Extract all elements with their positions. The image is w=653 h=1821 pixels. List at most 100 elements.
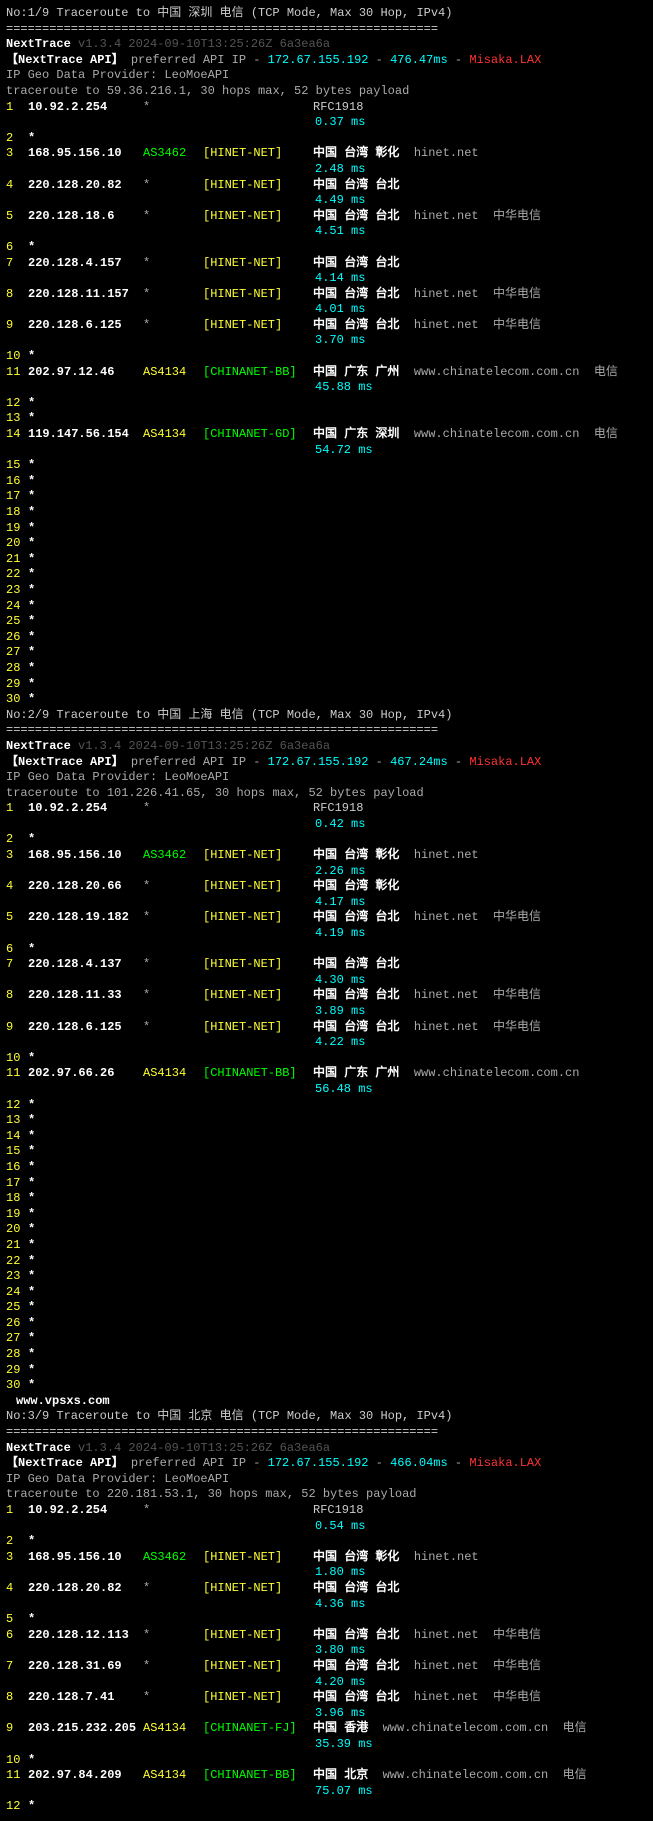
hop-asn: *	[143, 957, 203, 973]
hop-num: 8	[6, 287, 28, 303]
hop-star: *	[28, 1363, 35, 1377]
hop-domain: www.chinatelecom.com.cn	[414, 365, 594, 379]
hop-rtt: 45.88 ms	[6, 380, 647, 396]
api-ip: 172.67.155.192	[268, 53, 369, 67]
api-text: preferred API IP -	[131, 755, 268, 769]
hop-num: 8	[6, 988, 28, 1004]
hop-loc-block: 中国 台湾 台北 hinet.net 中华电信	[313, 910, 541, 924]
hop-asn: *	[143, 910, 203, 926]
hop-rfc: RFC1918	[313, 1503, 363, 1517]
hop-rtt: 75.07 ms	[6, 1784, 647, 1800]
hop-num: 2	[6, 131, 28, 147]
hop-row: 16*	[6, 1160, 647, 1176]
hop-row: 17*	[6, 1176, 647, 1192]
hop-row: 21*	[6, 1238, 647, 1254]
hop-row: 30*	[6, 692, 647, 708]
hop-num: 15	[6, 458, 28, 474]
hop-num: 11	[6, 1768, 28, 1784]
hop-rtt: 4.20 ms	[6, 1675, 647, 1691]
hop-rtt: 4.01 ms	[6, 302, 647, 318]
hop-star: *	[28, 1129, 35, 1143]
hop-asn: AS3462	[143, 848, 203, 864]
hop-row: 14119.147.56.154AS4134[CHINANET-GD]中国 广东…	[6, 427, 647, 443]
hop-num: 11	[6, 1066, 28, 1082]
hop-num: 17	[6, 1176, 28, 1192]
hop-asn: *	[143, 1020, 203, 1036]
hop-num: 2	[6, 832, 28, 848]
hop-isp: 中华电信	[493, 1690, 541, 1704]
api-sep2: -	[448, 755, 470, 769]
hop-net: [HINET-NET]	[203, 848, 313, 864]
hop-star: *	[28, 458, 35, 472]
hop-asn: *	[143, 100, 203, 116]
hop-num: 20	[6, 536, 28, 552]
nexttrace-line: NextTrace v1.3.4 2024-09-10T13:25:26Z 6a…	[6, 739, 647, 755]
hop-asn: AS3462	[143, 1550, 203, 1566]
hop-net: [HINET-NET]	[203, 1659, 313, 1675]
hop-isp: 电信	[594, 427, 618, 441]
misaka: Misaka.LAX	[469, 1456, 541, 1470]
hop-asn: *	[143, 801, 203, 817]
hop-loc: 中国 台湾 台北	[313, 287, 414, 301]
hop-num: 7	[6, 957, 28, 973]
divider: ========================================…	[6, 723, 647, 739]
hop-asn: *	[143, 256, 203, 272]
hop-row: 30*	[6, 1378, 647, 1394]
hop-loc: 中国 台湾 台北	[313, 988, 414, 1002]
hop-num: 20	[6, 1222, 28, 1238]
hop-star: *	[28, 489, 35, 503]
hop-ip: 220.128.4.137	[28, 957, 143, 973]
misaka: Misaka.LAX	[469, 755, 541, 769]
hop-net: [HINET-NET]	[203, 209, 313, 225]
api-line: 【NextTrace API】 preferred API IP - 172.6…	[6, 53, 647, 69]
hop-row: 24*	[6, 599, 647, 615]
hop-ip: 220.128.6.125	[28, 1020, 143, 1036]
hop-rtt: 3.96 ms	[6, 1706, 647, 1722]
hop-num: 29	[6, 677, 28, 693]
hop-asn: *	[143, 1690, 203, 1706]
hop-star: *	[28, 1113, 35, 1127]
hop-star: *	[28, 1331, 35, 1345]
version: v1.3.4 2024-09-10T13:25:26Z 6a3ea6a	[78, 37, 330, 51]
hop-row: 11202.97.84.209AS4134[CHINANET-BB]中国 北京 …	[6, 1768, 647, 1784]
api-sep: -	[368, 755, 390, 769]
hop-rtt: 4.17 ms	[6, 895, 647, 911]
hop-num: 10	[6, 1753, 28, 1769]
hop-row: 12*	[6, 396, 647, 412]
hop-row: 28*	[6, 661, 647, 677]
hop-loc: 中国 台湾 台北	[313, 318, 414, 332]
hop-ip: 220.128.20.82	[28, 178, 143, 194]
hop-num: 2	[6, 1534, 28, 1550]
hop-domain: hinet.net	[414, 988, 493, 1002]
hop-num: 5	[6, 1612, 28, 1628]
hop-num: 5	[6, 910, 28, 926]
trace-target: traceroute to 220.181.53.1, 30 hops max,…	[6, 1487, 647, 1503]
hop-row: 19*	[6, 521, 647, 537]
hop-domain: hinet.net	[414, 1690, 493, 1704]
hop-star: *	[28, 832, 35, 846]
hop-row: 25*	[6, 1300, 647, 1316]
hop-ip: 220.128.7.41	[28, 1690, 143, 1706]
hop-ip: 220.128.12.113	[28, 1628, 143, 1644]
hop-num: 17	[6, 489, 28, 505]
hop-num: 24	[6, 599, 28, 615]
hop-num: 4	[6, 178, 28, 194]
hop-row: 5220.128.18.6*[HINET-NET]中国 台湾 台北 hinet.…	[6, 209, 647, 225]
hop-rtt: 3.80 ms	[6, 1643, 647, 1659]
hop-loc-block: 中国 台湾 台北	[313, 1581, 414, 1595]
hop-loc-block: 中国 台湾 彰化 hinet.net	[313, 848, 493, 862]
hop-loc-block: 中国 台湾 台北 hinet.net 中华电信	[313, 209, 541, 223]
hop-ip: 220.128.19.182	[28, 910, 143, 926]
hop-net: [HINET-NET]	[203, 879, 313, 895]
hop-loc: 中国 香港	[313, 1721, 383, 1735]
hop-row: 28*	[6, 1347, 647, 1363]
hop-row: 8220.128.11.33*[HINET-NET]中国 台湾 台北 hinet…	[6, 988, 647, 1004]
hop-asn: AS4134	[143, 365, 203, 381]
hop-row: 8220.128.11.157*[HINET-NET]中国 台湾 台北 hine…	[6, 287, 647, 303]
hop-rtt: 54.72 ms	[6, 443, 647, 459]
hop-num: 27	[6, 1331, 28, 1347]
hop-num: 5	[6, 209, 28, 225]
hop-star: *	[28, 677, 35, 691]
hop-net: [HINET-NET]	[203, 178, 313, 194]
hop-asn: *	[143, 1581, 203, 1597]
